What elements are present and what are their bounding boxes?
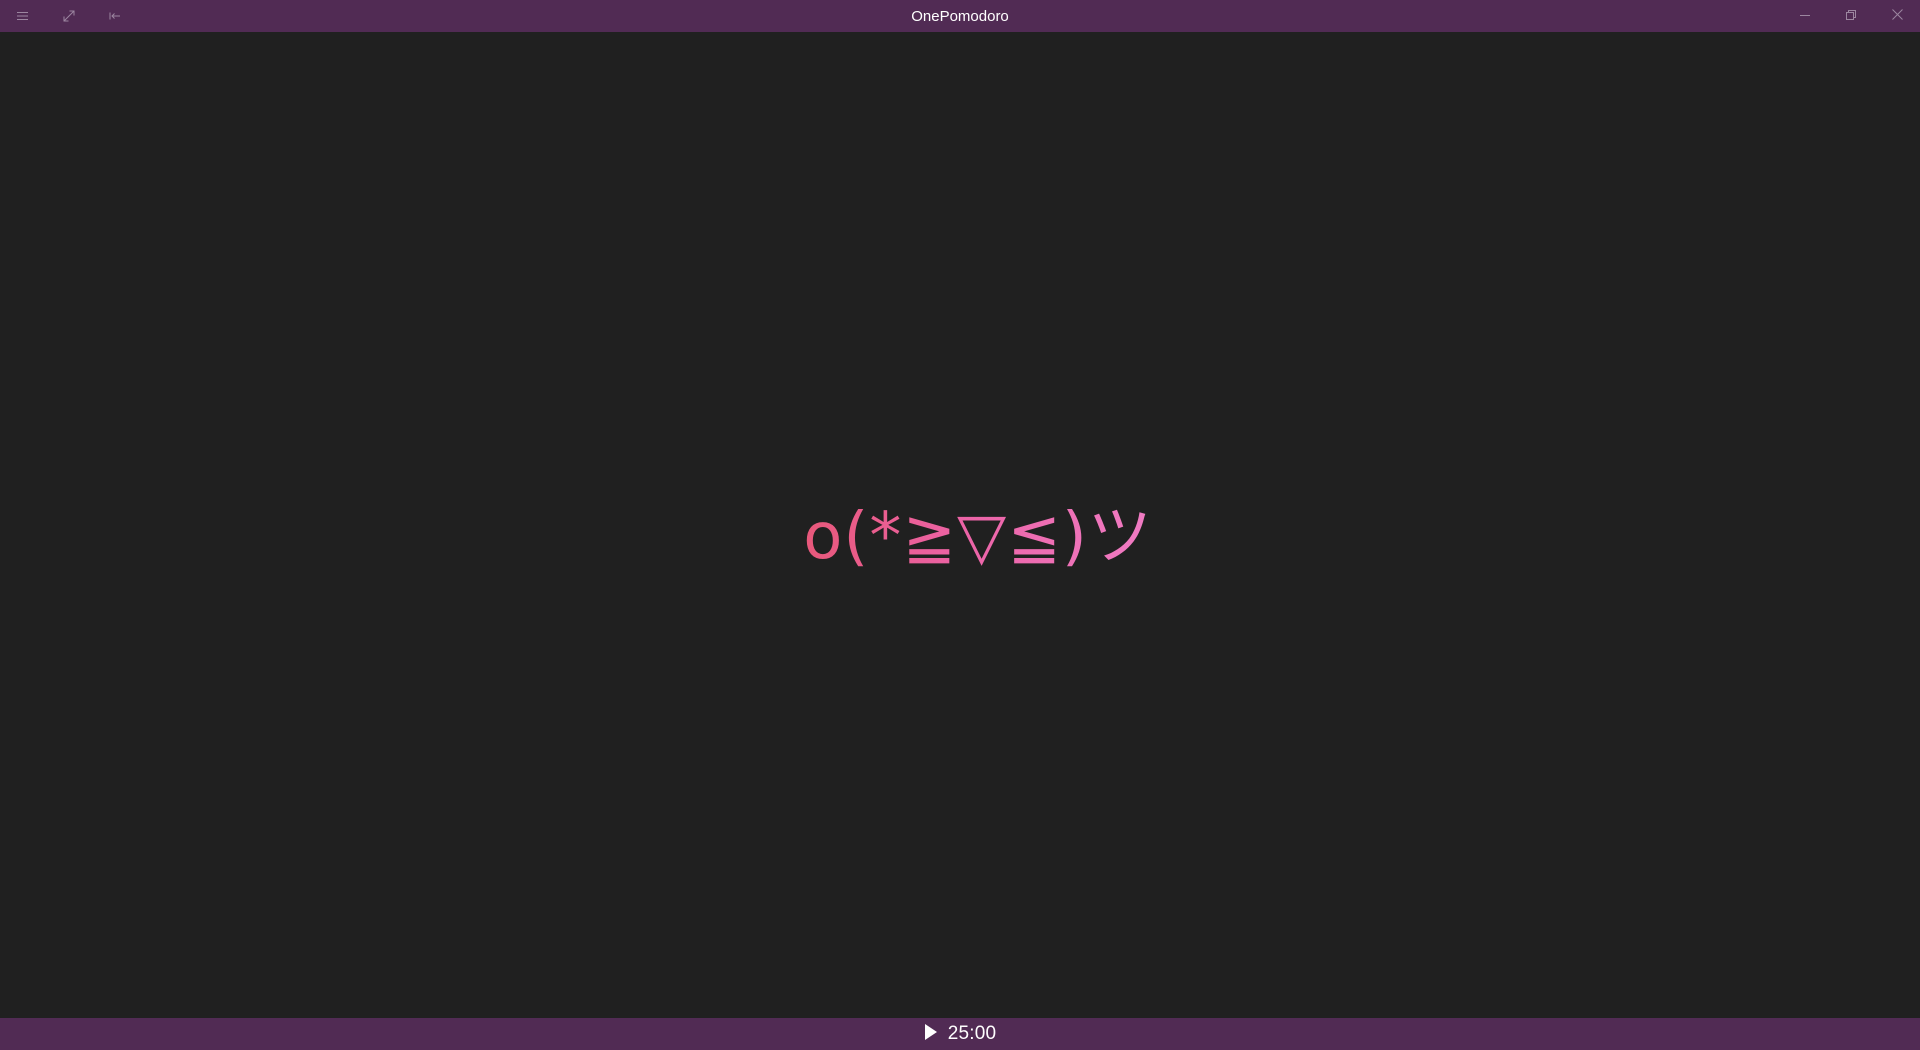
restore-icon [1846,7,1856,25]
title-bar-left-tools [0,0,138,32]
hamburger-menu-icon [17,11,29,21]
close-button[interactable] [1874,0,1920,32]
compact-overlay-button[interactable] [92,0,138,32]
start-timer-button[interactable]: 25:00 [924,1018,997,1050]
close-icon [1891,7,1903,25]
bottom-bar: 25:00 [0,1018,1920,1050]
restore-button[interactable] [1828,0,1874,32]
minimize-icon [1800,7,1810,25]
title-bar[interactable]: OnePomodoro [0,0,1920,32]
menu-button[interactable] [0,0,46,32]
minimize-button[interactable] [1782,0,1828,32]
kaomoji-face: o(*≧▽≦)ツ [803,485,1153,577]
expand-icon [63,10,75,22]
timer-readout: 25:00 [947,1023,997,1044]
compact-overlay-icon [109,11,121,21]
play-icon [924,1023,938,1046]
window-controls [1782,0,1920,32]
window-title: OnePomodoro [911,8,1009,25]
main-content: o(*≧▽≦)ツ [0,32,1920,1018]
fullscreen-button[interactable] [46,0,92,32]
app-window: OnePomodoro o(*≧▽≦)ツ 25:00 [0,0,1920,1050]
